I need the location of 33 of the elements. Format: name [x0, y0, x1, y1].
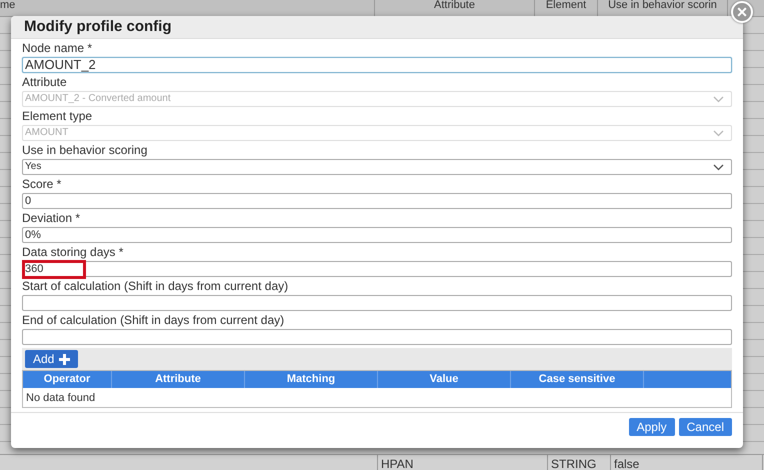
apply-button[interactable]: Apply: [628, 418, 675, 436]
column-header: Attribute: [112, 371, 245, 388]
field-label: Data storing days *: [22, 244, 124, 261]
input-field[interactable]: AMOUNT_2: [22, 57, 732, 73]
field-label: Attribute: [22, 74, 68, 91]
chevron-icon: [713, 130, 724, 136]
column-header: Matching: [245, 371, 378, 388]
dropdown[interactable]: Yes: [22, 159, 732, 175]
field-label: Deviation *: [22, 210, 82, 227]
cancel-button[interactable]: Cancel: [678, 418, 732, 436]
input-field[interactable]: 0: [22, 193, 732, 209]
table-cell: STRING: [548, 455, 611, 470]
field-label: Use in behavior scoring: [22, 142, 148, 159]
field-label: Start of calculation (Shift in days from current day): [22, 278, 290, 295]
input-field[interactable]: [22, 295, 732, 311]
field-label: Node name *: [22, 40, 94, 57]
field-label: Element type: [22, 108, 94, 125]
table-cell: false: [611, 455, 763, 470]
input-field[interactable]: 360: [22, 261, 732, 277]
empty-message: No data found: [25, 391, 96, 406]
dialog-title: Modify profile config: [24, 16, 172, 37]
column-header: Operator: [23, 371, 112, 388]
plus-icon: [59, 354, 70, 364]
table-cell: HPAN: [378, 455, 548, 470]
field-label: End of calculation (Shift in days from current day): [22, 312, 286, 329]
chevron-icon: [713, 96, 724, 102]
add-button[interactable]: Add: [25, 350, 78, 368]
input-field[interactable]: [22, 329, 732, 345]
column-header: Case sensitive: [511, 371, 644, 388]
field-label: Score *: [22, 176, 62, 193]
chevron-icon: [713, 164, 724, 170]
input-field[interactable]: 0%: [22, 227, 732, 243]
column-header: Value: [378, 371, 511, 388]
